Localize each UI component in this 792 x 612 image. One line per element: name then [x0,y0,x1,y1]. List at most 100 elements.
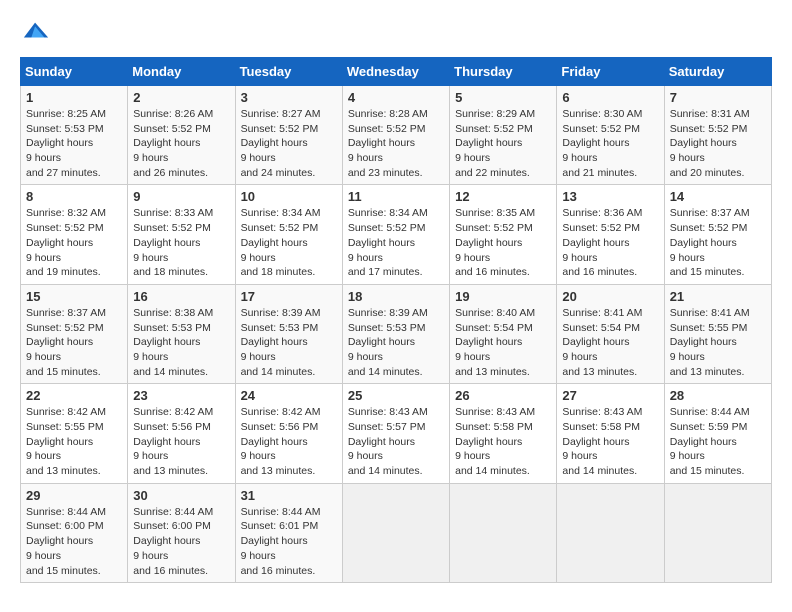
weekday-header: Wednesday [342,58,449,86]
day-info: Sunrise: 8:28 AMSunset: 5:52 PMDaylight … [348,107,444,180]
calendar-day-cell: 17 Sunrise: 8:39 AMSunset: 5:53 PMDayligh… [235,284,342,383]
logo [20,20,50,47]
day-number: 31 [241,488,337,503]
day-info: Sunrise: 8:42 AMSunset: 5:56 PMDaylight … [133,405,229,478]
weekday-header: Saturday [664,58,771,86]
calendar-day-cell: 31 Sunrise: 8:44 AMSunset: 6:01 PMDayligh… [235,483,342,582]
day-info: Sunrise: 8:37 AMSunset: 5:52 PMDaylight … [670,206,766,279]
day-number: 12 [455,189,551,204]
page-header [20,20,772,47]
day-number: 29 [26,488,122,503]
day-number: 3 [241,90,337,105]
calendar-day-cell: 30 Sunrise: 8:44 AMSunset: 6:00 PMDayligh… [128,483,235,582]
calendar-day-cell: 29 Sunrise: 8:44 AMSunset: 6:00 PMDayligh… [21,483,128,582]
calendar-day-cell: 9 Sunrise: 8:33 AMSunset: 5:52 PMDaylight… [128,185,235,284]
calendar-week-row: 8Sunrise: 8:32 AMSunset: 5:52 PMDaylight… [21,185,772,284]
day-number: 27 [562,388,658,403]
day-info: Sunrise: 8:43 AMSunset: 5:58 PMDaylight … [562,405,658,478]
day-info: Sunrise: 8:38 AMSunset: 5:53 PMDaylight … [133,306,229,379]
calendar-day-cell: 11Sunrise: 8:34 AMSunset: 5:52 PMDayligh… [342,185,449,284]
day-info: Sunrise: 8:30 AMSunset: 5:52 PMDaylight … [562,107,658,180]
day-info: Sunrise: 8:36 AMSunset: 5:52 PMDaylight … [562,206,658,279]
day-info: Sunrise: 8:44 AMSunset: 6:00 PMDaylight … [133,505,229,578]
calendar-day-cell: 21 Sunrise: 8:41 AMSunset: 5:55 PMDayligh… [664,284,771,383]
calendar-day-cell: 20 Sunrise: 8:41 AMSunset: 5:54 PMDayligh… [557,284,664,383]
calendar-day-cell [342,483,449,582]
day-number: 15 [26,289,122,304]
day-number: 18 [348,289,444,304]
day-number: 23 [133,388,229,403]
day-number: 22 [26,388,122,403]
day-info: Sunrise: 8:41 AMSunset: 5:54 PMDaylight … [562,306,658,379]
calendar-day-cell: 3 Sunrise: 8:27 AMSunset: 5:52 PMDaylight… [235,86,342,185]
calendar-day-cell [664,483,771,582]
weekday-header-row: SundayMondayTuesdayWednesdayThursdayFrid… [21,58,772,86]
weekday-header: Tuesday [235,58,342,86]
calendar-week-row: 22 Sunrise: 8:42 AMSunset: 5:55 PMDayligh… [21,384,772,483]
weekday-header: Friday [557,58,664,86]
calendar-day-cell: 23 Sunrise: 8:42 AMSunset: 5:56 PMDayligh… [128,384,235,483]
day-number: 25 [348,388,444,403]
calendar-day-cell: 7 Sunrise: 8:31 AMSunset: 5:52 PMDaylight… [664,86,771,185]
day-number: 5 [455,90,551,105]
day-info: Sunrise: 8:44 AMSunset: 6:00 PMDaylight … [26,505,122,578]
day-number: 21 [670,289,766,304]
calendar-day-cell: 6Sunrise: 8:30 AMSunset: 5:52 PMDaylight… [557,86,664,185]
weekday-header: Monday [128,58,235,86]
day-number: 11 [348,189,444,204]
day-number: 17 [241,289,337,304]
day-number: 7 [670,90,766,105]
calendar-day-cell [450,483,557,582]
day-info: Sunrise: 8:27 AMSunset: 5:52 PMDaylight … [241,107,337,180]
calendar-day-cell: 28 Sunrise: 8:44 AMSunset: 5:59 PMDayligh… [664,384,771,483]
day-number: 24 [241,388,337,403]
calendar-day-cell: 25 Sunrise: 8:43 AMSunset: 5:57 PMDayligh… [342,384,449,483]
calendar-day-cell [557,483,664,582]
day-number: 20 [562,289,658,304]
day-info: Sunrise: 8:44 AMSunset: 5:59 PMDaylight … [670,405,766,478]
day-number: 16 [133,289,229,304]
day-info: Sunrise: 8:39 AMSunset: 5:53 PMDaylight … [348,306,444,379]
day-number: 2 [133,90,229,105]
day-info: Sunrise: 8:41 AMSunset: 5:55 PMDaylight … [670,306,766,379]
day-info: Sunrise: 8:43 AMSunset: 5:57 PMDaylight … [348,405,444,478]
calendar-day-cell: 14 Sunrise: 8:37 AMSunset: 5:52 PMDayligh… [664,185,771,284]
day-info: Sunrise: 8:40 AMSunset: 5:54 PMDaylight … [455,306,551,379]
weekday-header: Thursday [450,58,557,86]
day-number: 13 [562,189,658,204]
calendar-day-cell: 22 Sunrise: 8:42 AMSunset: 5:55 PMDayligh… [21,384,128,483]
calendar-day-cell: 19 Sunrise: 8:40 AMSunset: 5:54 PMDayligh… [450,284,557,383]
day-info: Sunrise: 8:42 AMSunset: 5:56 PMDaylight … [241,405,337,478]
day-info: Sunrise: 8:26 AMSunset: 5:52 PMDaylight … [133,107,229,180]
day-number: 14 [670,189,766,204]
calendar-day-cell: 18 Sunrise: 8:39 AMSunset: 5:53 PMDayligh… [342,284,449,383]
day-number: 30 [133,488,229,503]
calendar-day-cell: 12 Sunrise: 8:35 AMSunset: 5:52 PMDayligh… [450,185,557,284]
calendar-day-cell: 2 Sunrise: 8:26 AMSunset: 5:52 PMDaylight… [128,86,235,185]
day-info: Sunrise: 8:37 AMSunset: 5:52 PMDaylight … [26,306,122,379]
calendar-day-cell: 1Sunrise: 8:25 AMSunset: 5:53 PMDaylight… [21,86,128,185]
day-number: 9 [133,189,229,204]
day-info: Sunrise: 8:35 AMSunset: 5:52 PMDaylight … [455,206,551,279]
logo-icon [22,20,50,42]
day-number: 28 [670,388,766,403]
calendar-day-cell: 26 Sunrise: 8:43 AMSunset: 5:58 PMDayligh… [450,384,557,483]
calendar-day-cell: 4 Sunrise: 8:28 AMSunset: 5:52 PMDaylight… [342,86,449,185]
calendar-week-row: 15 Sunrise: 8:37 AMSunset: 5:52 PMDayligh… [21,284,772,383]
day-info: Sunrise: 8:43 AMSunset: 5:58 PMDaylight … [455,405,551,478]
calendar-week-row: 1Sunrise: 8:25 AMSunset: 5:53 PMDaylight… [21,86,772,185]
day-number: 26 [455,388,551,403]
day-info: Sunrise: 8:32 AMSunset: 5:52 PMDaylight … [26,206,122,279]
day-number: 1 [26,90,122,105]
day-info: Sunrise: 8:44 AMSunset: 6:01 PMDaylight … [241,505,337,578]
day-info: Sunrise: 8:33 AMSunset: 5:52 PMDaylight … [133,206,229,279]
day-number: 4 [348,90,444,105]
day-number: 19 [455,289,551,304]
calendar-day-cell: 15 Sunrise: 8:37 AMSunset: 5:52 PMDayligh… [21,284,128,383]
day-info: Sunrise: 8:42 AMSunset: 5:55 PMDaylight … [26,405,122,478]
calendar-day-cell: 5Sunrise: 8:29 AMSunset: 5:52 PMDaylight… [450,86,557,185]
calendar-table: SundayMondayTuesdayWednesdayThursdayFrid… [20,57,772,583]
day-info: Sunrise: 8:39 AMSunset: 5:53 PMDaylight … [241,306,337,379]
day-info: Sunrise: 8:34 AMSunset: 5:52 PMDaylight … [241,206,337,279]
day-info: Sunrise: 8:31 AMSunset: 5:52 PMDaylight … [670,107,766,180]
